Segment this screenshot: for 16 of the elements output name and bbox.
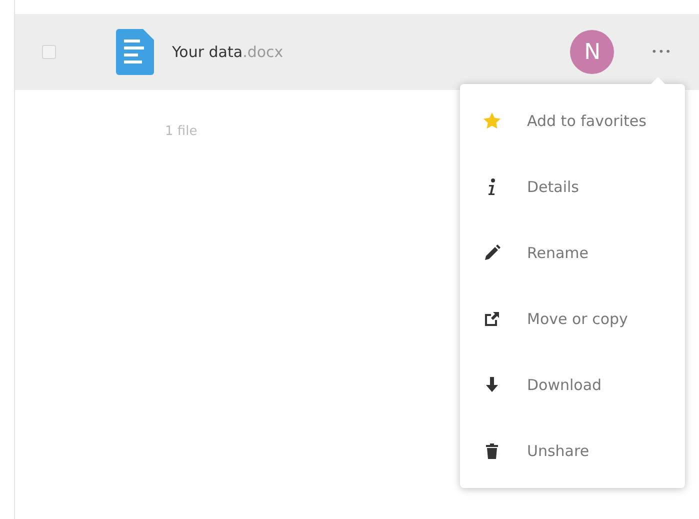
more-actions-button[interactable]: ••• (651, 46, 672, 58)
star-icon (482, 111, 502, 131)
file-row[interactable]: Your data.docx N ••• (15, 14, 699, 90)
file-count: 1 file (165, 124, 198, 139)
menu-item[interactable]: Details (460, 154, 685, 220)
menu-item[interactable]: Unshare (460, 418, 685, 484)
pencil-icon (482, 243, 502, 263)
menu-item[interactable]: Move or copy (460, 286, 685, 352)
file-name[interactable]: Your data.docx (172, 43, 284, 61)
checkbox[interactable] (42, 45, 56, 59)
user-avatar: N (570, 30, 614, 74)
menu-item[interactable]: Add to favorites (460, 88, 685, 154)
menu-item[interactable]: Download (460, 352, 685, 418)
document-icon (116, 29, 154, 75)
menu-item[interactable]: Rename (460, 220, 685, 286)
move-icon (482, 309, 502, 329)
